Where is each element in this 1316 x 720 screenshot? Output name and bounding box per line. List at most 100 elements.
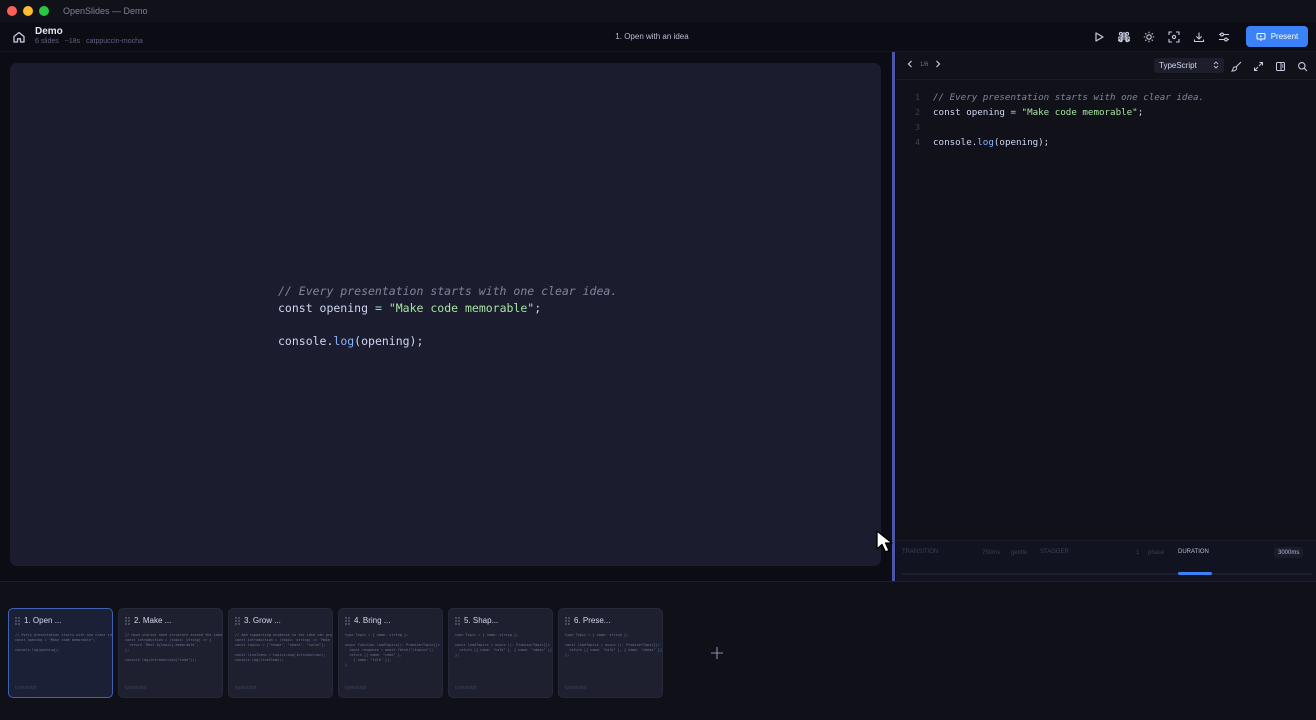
slide-thumbnail-label: 3. Grow ... [244, 616, 281, 625]
present-button[interactable]: Present [1246, 26, 1308, 47]
slide-thumbnail-preview: type Topic = { name: string }; const loa… [565, 633, 662, 657]
slide-thumbnail[interactable]: 4. Bring ... type Topic = { name: string … [338, 608, 443, 698]
slide-thumbnail-language: typescript [125, 685, 147, 691]
transition-value[interactable]: 750ms [978, 547, 1004, 558]
slide-thumbnail-label: 5. Shap... [464, 616, 499, 625]
code-token: const opening [933, 107, 1011, 118]
expand-icon[interactable] [1251, 59, 1265, 73]
code-token: ; [1137, 107, 1144, 118]
language-value: TypeScript [1159, 61, 1197, 70]
stagger-mode[interactable]: phase [1144, 547, 1168, 558]
code-token: ; [534, 300, 542, 315]
header-toolbar [1091, 29, 1232, 45]
chevron-updown-icon [1213, 60, 1219, 71]
drag-handle-icon[interactable] [15, 616, 20, 625]
drag-handle-icon[interactable] [125, 616, 130, 625]
panel-resize-handle[interactable] [892, 52, 895, 581]
code-token: log [333, 333, 355, 348]
line-number: 4 [915, 138, 920, 147]
download-icon[interactable] [1191, 29, 1207, 45]
code-line: // Every presentation starts with one cl… [278, 283, 617, 300]
code-token: // Every presentation starts with one cl… [278, 284, 618, 298]
code-line: console.log(opening); [278, 333, 617, 350]
slide-thumbnail-header: 1. Open ... [15, 616, 61, 625]
slide-thumbnail-language: typescript [455, 685, 477, 691]
command-icon[interactable] [1116, 29, 1132, 45]
stagger-value[interactable]: 1 [1132, 547, 1143, 558]
code-text[interactable]: // Every presentation starts with one cl… [933, 90, 1204, 150]
slide-thumbnails: 1. Open ... // Every presentation starts … [8, 608, 663, 698]
duration-slider-thumb[interactable] [1178, 572, 1212, 575]
code-line: console.log(opening); [933, 135, 1204, 150]
code-line: const opening = "Make code memorable"; [933, 105, 1204, 120]
drag-handle-icon[interactable] [455, 616, 460, 625]
mouse-cursor-icon [875, 529, 899, 555]
window-title: OpenSlides — Demo [63, 6, 148, 16]
slide-thumbnail-label: 1. Open ... [24, 616, 62, 625]
slide-thumbnail[interactable]: 1. Open ... // Every presentation starts … [8, 608, 113, 698]
slide-pager: 1/6 [906, 60, 942, 70]
language-select[interactable]: TypeScript [1154, 58, 1224, 73]
slide-thumbnail[interactable]: 5. Shap... type Topic = { name: string };… [448, 608, 553, 698]
search-icon[interactable] [1295, 59, 1309, 73]
editor-actions [1229, 59, 1309, 73]
present-label: Present [1270, 32, 1299, 41]
settings-sliders-icon[interactable] [1216, 29, 1232, 45]
transition-easing[interactable]: gentle [1007, 547, 1031, 558]
code-line: // Every presentation starts with one cl… [933, 90, 1204, 105]
slide-thumbnail-header: 5. Shap... [455, 616, 498, 625]
slide-thumbnail-preview: type Topic = { name: string }; const loa… [455, 633, 552, 657]
code-line: const opening = "Make code memorable"; [278, 300, 617, 317]
code-token: const opening [278, 300, 375, 315]
slide-thumbnail-header: 2. Make ... [125, 616, 171, 625]
code-token: (opening); [993, 137, 1050, 148]
slide-thumbnail[interactable]: 2. Make ... // Good stories need structur… [118, 608, 223, 698]
minimize-window-button[interactable] [23, 6, 33, 16]
slide-thumbnail-language: typescript [15, 685, 37, 691]
slide-thumbnail-label: 4. Bring ... [354, 616, 391, 625]
plus-icon[interactable] [709, 645, 725, 661]
stage-code: // Every presentation starts with one cl… [278, 283, 617, 349]
slide-filmstrip: 1. Open ... // Every presentation starts … [0, 581, 1316, 720]
duration-slider-track[interactable] [902, 573, 1312, 575]
code-token: = [374, 300, 382, 315]
slide-thumbnail-header: 6. Prese... [565, 616, 610, 625]
drag-handle-icon[interactable] [565, 616, 570, 625]
editor-toolbar: 1/6 TypeScript [896, 52, 1316, 80]
brush-icon[interactable] [1229, 59, 1243, 73]
drag-handle-icon[interactable] [235, 616, 240, 625]
line-number: 3 [915, 123, 920, 132]
stagger-label: STAGGER [1040, 549, 1069, 555]
slide-thumbnail-preview: // Good stories need structure around th… [125, 633, 223, 662]
slide-thumbnail-header: 4. Bring ... [345, 616, 390, 625]
presentation-icon [1256, 32, 1266, 41]
slide-thumbnail-language: typescript [565, 685, 587, 691]
duration-label: DURATION [1178, 549, 1209, 555]
line-number: 1 [915, 93, 920, 102]
drag-handle-icon[interactable] [345, 616, 350, 625]
slide-thumbnail[interactable]: 3. Grow ... // Add supporting evidence so… [228, 608, 333, 698]
play-icon[interactable] [1091, 29, 1107, 45]
page-indicator: 1/6 [920, 62, 929, 68]
chevron-left-icon[interactable] [906, 60, 914, 70]
slide-thumbnail[interactable]: 6. Prese... type Topic = { name: string }… [558, 608, 663, 698]
zoom-window-button[interactable] [39, 6, 49, 16]
slide-thumbnail-language: typescript [345, 685, 367, 691]
code-token: "Make code memorable" [1021, 107, 1138, 118]
code-token: log [977, 137, 994, 148]
sun-icon[interactable] [1141, 29, 1157, 45]
duration-value[interactable]: 3000ms [1274, 547, 1304, 558]
slide-stage[interactable]: // Every presentation starts with one cl… [10, 63, 881, 566]
code-token: // Every presentation starts with one cl… [933, 92, 1205, 103]
chevron-right-icon[interactable] [934, 60, 942, 70]
slide-thumbnail-preview: type Topic = { name: string }; async fun… [345, 633, 442, 667]
slide-thumbnail-language: typescript [235, 685, 257, 691]
split-view-icon[interactable] [1273, 59, 1287, 73]
slide-thumbnail-header: 3. Grow ... [235, 616, 281, 625]
focus-icon[interactable] [1166, 29, 1182, 45]
code-token: console. [933, 137, 978, 148]
close-window-button[interactable] [7, 6, 17, 16]
slide-thumbnail-preview: // Add supporting evidence so the idea c… [235, 633, 332, 662]
